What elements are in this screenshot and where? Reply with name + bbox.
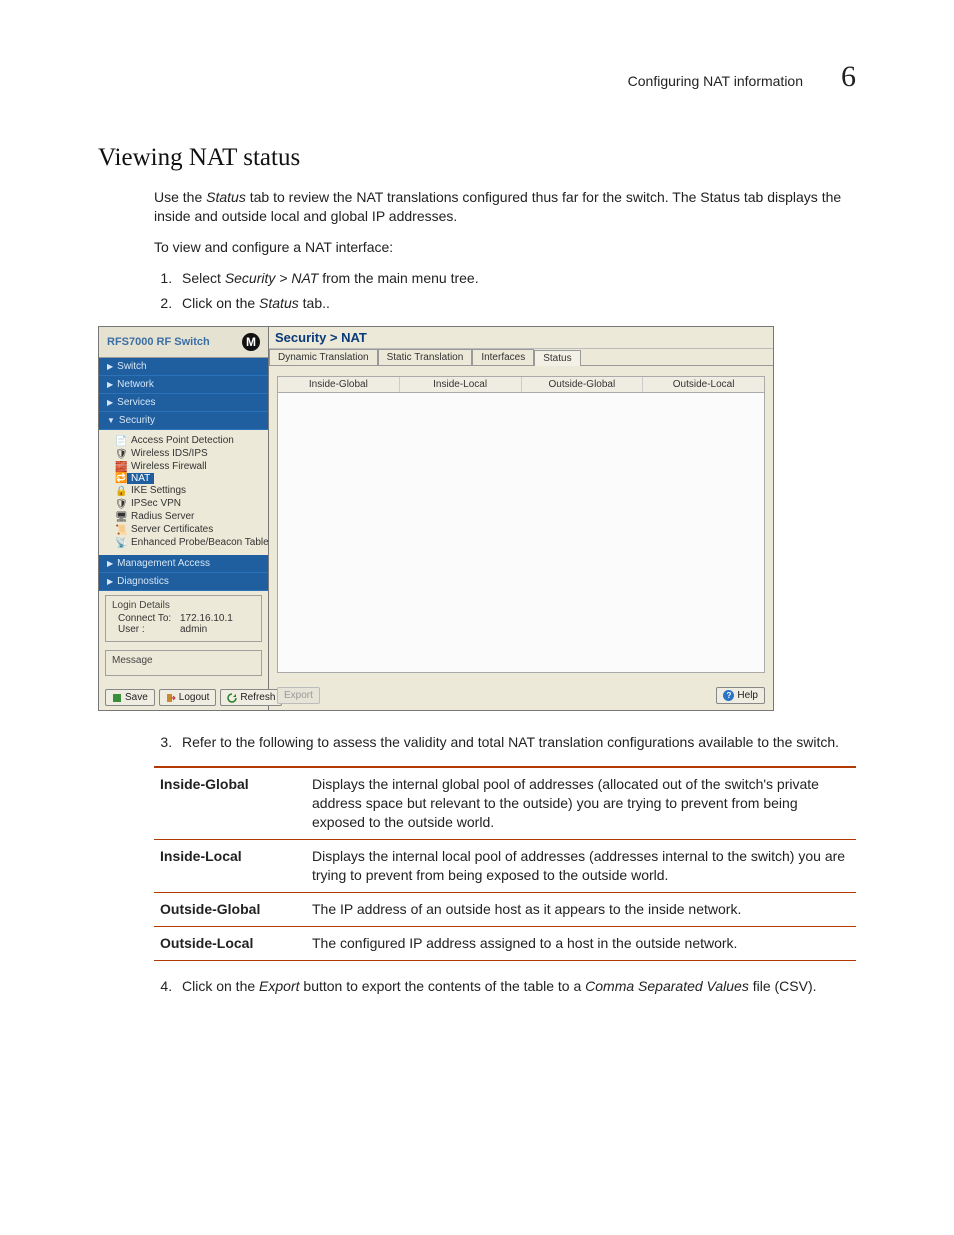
save-button[interactable]: Save [105, 689, 155, 706]
chapter-number: 6 [841, 60, 856, 94]
tree-wireless-ids-ips[interactable]: 🛡Wireless IDS/IPS [115, 447, 260, 460]
term-outside-local: Outside-Local [154, 926, 306, 960]
desc-inside-local: Displays the internal local pool of addr… [306, 840, 856, 893]
security-tree: 📄Access Point Detection 🛡Wireless IDS/IP… [99, 430, 268, 555]
step-3: Refer to the following to assess the val… [176, 733, 856, 752]
nav-network[interactable]: ▶Network [99, 376, 268, 394]
term-outside-global: Outside-Global [154, 892, 306, 926]
shield-icon: 🛡 [115, 449, 127, 459]
col-inside-global[interactable]: Inside-Global [278, 377, 400, 392]
export-button[interactable]: Export [277, 687, 320, 704]
tab-dynamic-translation[interactable]: Dynamic Translation [269, 349, 378, 365]
help-icon: ? [723, 690, 734, 701]
chevron-right-icon: ▶ [107, 559, 113, 568]
table-row: Outside-GlobalThe IP address of an outsi… [154, 892, 856, 926]
help-button[interactable]: ?Help [716, 687, 765, 704]
tree-radius-server[interactable]: 🖥Radius Server [115, 510, 260, 523]
term-inside-global: Inside-Global [154, 767, 306, 839]
col-outside-local[interactable]: Outside-Local [643, 377, 764, 392]
connect-to-label: Connect To: [118, 613, 180, 624]
desc-outside-local: The configured IP address assigned to a … [306, 926, 856, 960]
tab-bar: Dynamic Translation Static Translation I… [269, 349, 773, 366]
table-row: Outside-LocalThe configured IP address a… [154, 926, 856, 960]
intro-paragraph-2: To view and configure a NAT interface: [154, 238, 856, 257]
logout-button[interactable]: Logout [159, 689, 217, 706]
login-details-panel: Login Details Connect To:172.16.10.1 Use… [105, 595, 262, 642]
intro-paragraph-1: Use the Status tab to review the NAT tra… [154, 188, 856, 226]
tree-enhanced-probe[interactable]: 📡Enhanced Probe/Beacon Table [115, 536, 260, 549]
col-inside-local[interactable]: Inside-Local [400, 377, 522, 392]
certificate-icon: 📜 [115, 525, 127, 535]
radar-icon: 📡 [115, 538, 127, 548]
table-row: Inside-LocalDisplays the internal local … [154, 840, 856, 893]
connect-to-value: 172.16.10.1 [180, 613, 233, 624]
nav-services[interactable]: ▶Services [99, 394, 268, 412]
tree-wireless-firewall[interactable]: 🧱Wireless Firewall [115, 460, 260, 473]
chevron-right-icon: ▶ [107, 380, 113, 389]
step-4: Click on the Export button to export the… [176, 977, 856, 996]
logout-icon [166, 693, 176, 703]
running-header: Configuring NAT information 6 [98, 60, 856, 94]
step-1: Select Security > NAT from the main menu… [176, 269, 856, 288]
nav-diagnostics[interactable]: ▶Diagnostics [99, 573, 268, 591]
main-panel: Security > NAT Dynamic Translation Stati… [269, 327, 773, 710]
table-header: Inside-Global Inside-Local Outside-Globa… [277, 376, 765, 393]
tab-status[interactable]: Status [534, 350, 580, 366]
user-label: User : [118, 624, 180, 635]
term-inside-local: Inside-Local [154, 840, 306, 893]
chevron-right-icon: ▶ [107, 362, 113, 371]
swap-icon: 🔁 [115, 473, 127, 483]
nav-security[interactable]: ▼Security [99, 412, 268, 430]
running-title: Configuring NAT information [628, 73, 803, 89]
product-name: RFS7000 RF Switch [107, 336, 210, 348]
content-footer: Export ?Help [269, 681, 773, 710]
chevron-down-icon: ▼ [107, 416, 115, 425]
step-2: Click on the Status tab.. [176, 294, 856, 313]
tab-interfaces[interactable]: Interfaces [472, 349, 534, 365]
message-panel: Message [105, 650, 262, 676]
lock-icon: 🔒 [115, 486, 127, 496]
page-icon: 📄 [115, 436, 127, 446]
tree-ipsec-vpn[interactable]: 🛡IPSec VPN [115, 497, 260, 510]
tab-static-translation[interactable]: Static Translation [378, 349, 473, 365]
breadcrumb: Security > NAT [269, 327, 773, 349]
section-title: Viewing NAT status [98, 144, 856, 172]
desc-inside-global: Displays the internal global pool of add… [306, 767, 856, 839]
nav-management-access[interactable]: ▶Management Access [99, 555, 268, 573]
tree-access-point-detection[interactable]: 📄Access Point Detection [115, 434, 260, 447]
procedure-list-cont: Refer to the following to assess the val… [154, 733, 856, 752]
motorola-logo-icon: M [242, 333, 260, 351]
firewall-icon: 🧱 [115, 462, 127, 472]
definitions-table: Inside-GlobalDisplays the internal globa… [154, 766, 856, 960]
refresh-icon [227, 693, 237, 703]
table-row: Inside-GlobalDisplays the internal globa… [154, 767, 856, 839]
table-body [277, 393, 765, 673]
user-value: admin [180, 624, 207, 635]
vpn-icon: 🛡 [115, 499, 127, 509]
chevron-right-icon: ▶ [107, 398, 113, 407]
tree-nat[interactable]: 🔁NAT [115, 473, 260, 484]
col-outside-global[interactable]: Outside-Global [522, 377, 644, 392]
message-title: Message [112, 655, 255, 666]
product-header: RFS7000 RF Switch M [99, 327, 268, 358]
procedure-list-cont2: Click on the Export button to export the… [154, 977, 856, 996]
save-icon [112, 693, 122, 703]
tree-ike-settings[interactable]: 🔒IKE Settings [115, 484, 260, 497]
server-icon: 🖥 [115, 512, 127, 522]
nav-switch[interactable]: ▶Switch [99, 358, 268, 376]
app-screenshot: RFS7000 RF Switch M ▶Switch ▶Network ▶Se… [98, 326, 774, 711]
desc-outside-global: The IP address of an outside host as it … [306, 892, 856, 926]
tree-server-certificates[interactable]: 📜Server Certificates [115, 523, 260, 536]
login-details-title: Login Details [112, 600, 255, 611]
chevron-right-icon: ▶ [107, 577, 113, 586]
sidebar-button-bar: Save Logout Refresh [99, 685, 268, 710]
procedure-list: Select Security > NAT from the main menu… [154, 269, 856, 313]
sidebar: RFS7000 RF Switch M ▶Switch ▶Network ▶Se… [99, 327, 269, 710]
